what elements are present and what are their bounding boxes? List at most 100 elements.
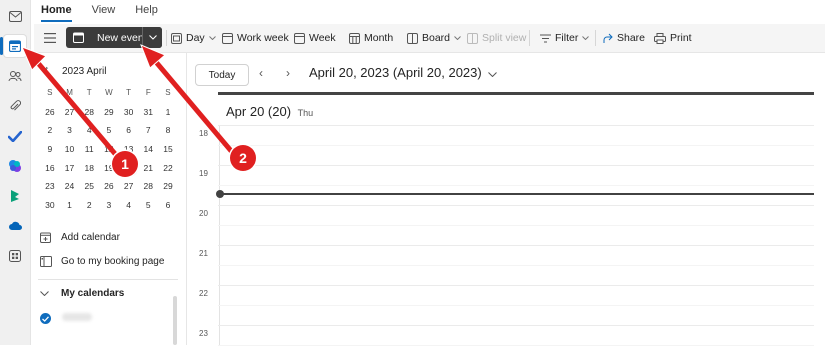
board-icon bbox=[407, 32, 418, 44]
hour-slot[interactable] bbox=[218, 165, 814, 166]
print-button[interactable]: Print bbox=[654, 28, 692, 48]
previous-day-icon[interactable]: ‹ bbox=[259, 66, 263, 80]
hour-slot[interactable] bbox=[218, 325, 814, 326]
mini-calendar-day[interactable]: 31 bbox=[138, 103, 158, 122]
annotation-badge-2: 2 bbox=[230, 145, 256, 171]
mini-calendar-day[interactable]: 29 bbox=[158, 177, 178, 196]
mini-calendar-day[interactable]: 4 bbox=[79, 121, 99, 140]
half-hour-slot[interactable] bbox=[218, 145, 814, 146]
hamburger-menu-button[interactable] bbox=[44, 28, 56, 48]
mini-calendar-day[interactable]: 24 bbox=[60, 177, 80, 196]
calendar-add-icon bbox=[73, 32, 84, 43]
calendar-add-icon bbox=[40, 232, 51, 243]
booking-page-label: Go to my booking page bbox=[61, 256, 165, 267]
share-icon bbox=[603, 33, 613, 43]
mini-calendar-day[interactable]: 16 bbox=[40, 159, 60, 178]
half-hour-slot[interactable] bbox=[218, 225, 814, 226]
today-button[interactable]: Today bbox=[195, 64, 249, 86]
mini-calendar-day[interactable]: 27 bbox=[60, 103, 80, 122]
mini-calendar-day[interactable]: 2 bbox=[40, 121, 60, 140]
mini-calendar-day[interactable]: 2 bbox=[79, 196, 99, 215]
mini-calendar-day[interactable]: 29 bbox=[99, 103, 119, 122]
half-hour-slot[interactable] bbox=[218, 305, 814, 306]
toolbar-divider bbox=[595, 30, 596, 46]
month-view-button[interactable]: Month bbox=[349, 28, 393, 48]
hour-label: 18 bbox=[199, 129, 208, 138]
mini-calendar-day[interactable]: 1 bbox=[60, 196, 80, 215]
mini-calendar-day[interactable]: 22 bbox=[158, 159, 178, 178]
people-icon[interactable] bbox=[4, 65, 26, 87]
mail-icon[interactable] bbox=[4, 5, 26, 27]
share-button[interactable]: Share bbox=[602, 28, 645, 48]
copilot-icon[interactable] bbox=[4, 155, 26, 177]
mini-calendar-day[interactable]: 14 bbox=[138, 140, 158, 159]
bookings-icon[interactable] bbox=[4, 185, 26, 207]
hour-label: 23 bbox=[199, 329, 208, 338]
tab-help[interactable]: Help bbox=[135, 4, 158, 22]
mini-calendar-day[interactable]: 28 bbox=[79, 103, 99, 122]
mini-calendar-day[interactable]: 11 bbox=[79, 140, 99, 159]
mini-calendar-day[interactable]: 27 bbox=[119, 177, 139, 196]
mini-calendar-weekday: S bbox=[47, 88, 53, 97]
chevron-down-icon bbox=[208, 36, 216, 40]
mini-calendar-day[interactable]: 30 bbox=[119, 103, 139, 122]
mini-calendar-day[interactable]: 1 bbox=[158, 103, 178, 122]
date-title-dropdown[interactable]: April 20, 2023 (April 20, 2023) bbox=[309, 65, 498, 80]
mini-calendar-weekdays: SMTWTFS bbox=[40, 84, 178, 103]
mini-calendar-day[interactable]: 4 bbox=[119, 196, 139, 215]
day-view-button[interactable]: Day bbox=[171, 28, 216, 48]
more-apps-icon[interactable] bbox=[4, 245, 26, 267]
calendar-checkbox[interactable] bbox=[40, 313, 51, 324]
mini-calendar-day[interactable]: 5 bbox=[99, 121, 119, 140]
date-title: April 20, 2023 (April 20, 2023) bbox=[309, 65, 482, 80]
mini-calendar-day[interactable]: 8 bbox=[158, 121, 178, 140]
split-view-button[interactable]: Split view bbox=[467, 28, 526, 48]
todo-icon[interactable] bbox=[4, 125, 26, 147]
my-calendars-header[interactable]: My calendars bbox=[40, 288, 124, 299]
mini-calendar-day[interactable]: 26 bbox=[99, 177, 119, 196]
mini-calendar-day[interactable]: 5 bbox=[138, 196, 158, 215]
mini-calendar-day[interactable]: 26 bbox=[40, 103, 60, 122]
mini-calendar-day[interactable]: 23 bbox=[40, 177, 60, 196]
mini-calendar-day[interactable]: 25 bbox=[79, 177, 99, 196]
booking-page-link[interactable]: Go to my booking page bbox=[40, 256, 164, 267]
mini-calendar-day[interactable]: 9 bbox=[40, 140, 60, 159]
split-view-label: Split view bbox=[482, 32, 527, 44]
hour-slot[interactable] bbox=[218, 285, 814, 286]
board-view-button[interactable]: Board bbox=[407, 28, 461, 48]
next-day-icon[interactable]: › bbox=[286, 66, 290, 80]
month-label: Month bbox=[364, 32, 394, 44]
week-view-button[interactable]: Week bbox=[294, 28, 336, 48]
tab-home[interactable]: Home bbox=[41, 4, 72, 22]
mini-calendar-prev-icon[interactable]: ↑ bbox=[44, 64, 50, 76]
hour-slot[interactable] bbox=[218, 205, 814, 206]
mini-calendar-day[interactable]: 3 bbox=[99, 196, 119, 215]
filter-button[interactable]: Filter bbox=[540, 28, 590, 48]
add-calendar-link[interactable]: Add calendar bbox=[40, 232, 120, 243]
work-week-view-button[interactable]: Work week bbox=[222, 28, 289, 48]
mini-calendar-day[interactable]: 7 bbox=[138, 121, 158, 140]
mini-calendar-day[interactable]: 15 bbox=[158, 140, 178, 159]
onedrive-icon[interactable] bbox=[4, 215, 26, 237]
half-hour-slot[interactable] bbox=[218, 265, 814, 266]
new-event-dropdown-button[interactable] bbox=[142, 27, 162, 48]
left-pane-scrollbar[interactable] bbox=[173, 296, 177, 345]
hour-slot[interactable] bbox=[218, 245, 814, 246]
mini-calendar-day[interactable]: 18 bbox=[79, 159, 99, 178]
attachment-icon[interactable] bbox=[4, 95, 26, 117]
mini-calendar-day[interactable]: 30 bbox=[40, 196, 60, 215]
mini-calendar-day[interactable]: 10 bbox=[60, 140, 80, 159]
mini-calendar-day[interactable]: 3 bbox=[60, 121, 80, 140]
tab-view[interactable]: View bbox=[92, 4, 116, 22]
half-hour-slot[interactable] bbox=[218, 185, 814, 186]
day-header[interactable]: Apr 20 (20) Thu bbox=[218, 95, 814, 126]
hour-label: 21 bbox=[199, 249, 208, 258]
mini-calendar-day[interactable]: 6 bbox=[119, 121, 139, 140]
calendar-icon[interactable] bbox=[4, 35, 26, 57]
mini-calendar-day[interactable]: 21 bbox=[138, 159, 158, 178]
hour-slot[interactable] bbox=[218, 125, 814, 126]
mini-calendar-day[interactable]: 17 bbox=[60, 159, 80, 178]
mini-calendar-day[interactable]: 6 bbox=[158, 196, 178, 215]
mini-calendar-day[interactable]: 28 bbox=[138, 177, 158, 196]
chevron-down-icon bbox=[40, 291, 49, 296]
